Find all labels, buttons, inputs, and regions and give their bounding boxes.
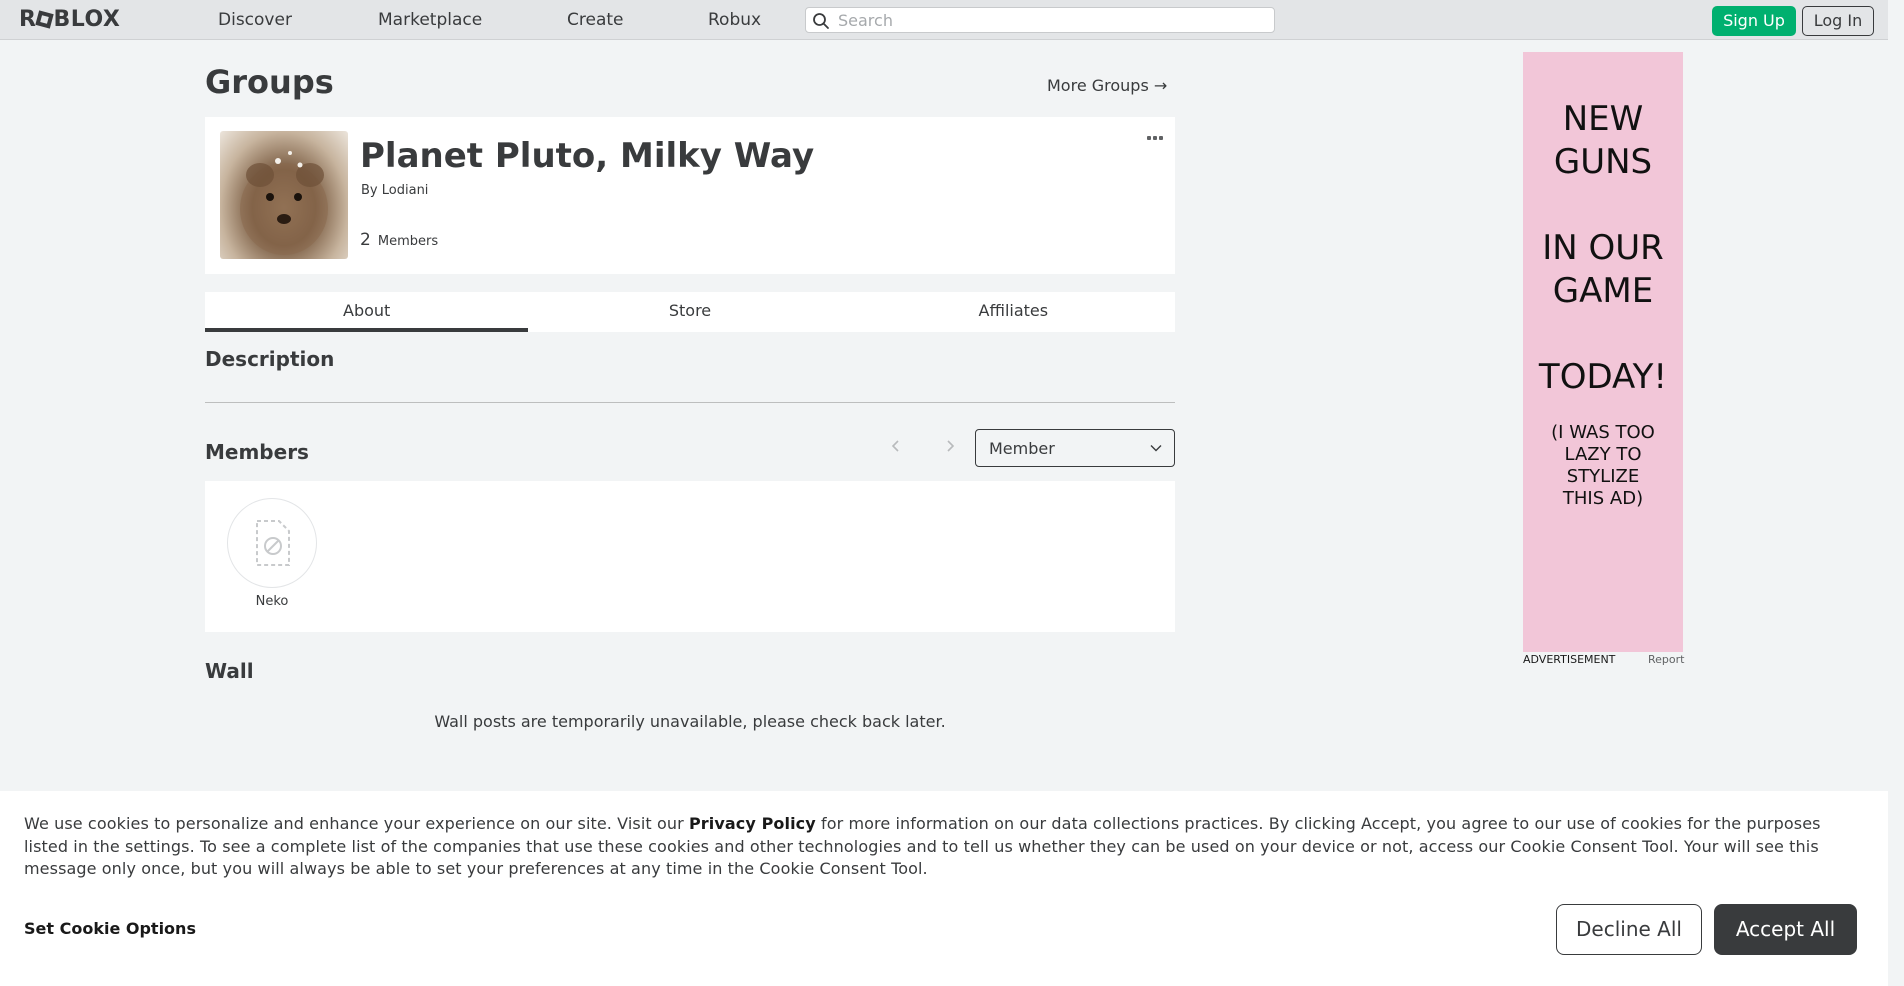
ad-line: THIS AD) bbox=[1562, 488, 1644, 509]
privacy-policy-link[interactable]: Privacy Policy bbox=[689, 814, 816, 833]
cookie-text-start: We use cookies to personalize and enhanc… bbox=[24, 814, 689, 833]
ad-line: TODAY! bbox=[1538, 357, 1668, 397]
roblox-logo[interactable]: R BLOX bbox=[19, 8, 120, 32]
role-dropdown[interactable]: Member bbox=[975, 429, 1175, 467]
wall-unavailable-message: Wall posts are temporarily unavailable, … bbox=[434, 712, 946, 731]
search-box[interactable] bbox=[805, 7, 1275, 33]
description-title: Description bbox=[205, 347, 335, 371]
nav-marketplace-link[interactable]: Marketplace bbox=[378, 10, 482, 30]
ad-line: LAZY TO bbox=[1564, 444, 1642, 465]
cookie-message: We use cookies to personalize and enhanc… bbox=[24, 813, 1869, 881]
scrollbar[interactable] bbox=[1888, 0, 1904, 986]
tab-about[interactable]: About bbox=[205, 292, 529, 332]
top-navigation: R BLOX Discover Marketplace Create Robux … bbox=[0, 0, 1904, 40]
set-cookie-options-link[interactable]: Set Cookie Options bbox=[24, 919, 196, 939]
ad-line: STYLIZE bbox=[1566, 466, 1640, 487]
ad-line: GAME bbox=[1552, 271, 1654, 311]
member-avatar[interactable] bbox=[227, 498, 317, 588]
wall-title: Wall bbox=[205, 659, 254, 683]
unavailable-image-icon bbox=[256, 520, 290, 566]
group-name: Planet Pluto, Milky Way bbox=[360, 136, 815, 176]
logo-o-glyph bbox=[35, 10, 55, 29]
group-header-card: Planet Pluto, Milky Way By Lodiani 2 Mem… bbox=[205, 117, 1175, 274]
search-icon bbox=[813, 13, 829, 29]
logo-text-end: BLOX bbox=[53, 7, 121, 32]
description-divider bbox=[205, 402, 1175, 403]
group-member-count: 2 Members bbox=[360, 230, 438, 252]
nav-create-link[interactable]: Create bbox=[567, 10, 624, 30]
nav-discover-link[interactable]: Discover bbox=[218, 10, 292, 30]
member-count-number: 2 bbox=[360, 230, 371, 250]
members-title: Members bbox=[205, 440, 309, 464]
advertisement-label: ADVERTISEMENT bbox=[1523, 653, 1616, 666]
cookie-consent-banner: We use cookies to personalize and enhanc… bbox=[0, 791, 1888, 986]
group-owner-link[interactable]: Lodiani bbox=[382, 183, 429, 198]
member-count-label: Members bbox=[377, 234, 439, 249]
ad-line: (I WAS TOO bbox=[1551, 422, 1655, 443]
role-dropdown-value: Member bbox=[989, 439, 1055, 458]
ad-line: IN OUR bbox=[1542, 228, 1664, 268]
tab-affiliates[interactable]: Affiliates bbox=[852, 292, 1175, 332]
more-groups-link[interactable]: More Groups → bbox=[1047, 76, 1167, 96]
group-tabs: About Store Affiliates bbox=[205, 292, 1175, 332]
members-list: Neko bbox=[205, 481, 1175, 632]
chevron-right-icon bbox=[947, 440, 955, 452]
search-input[interactable] bbox=[838, 10, 1268, 30]
group-owner: By Lodiani bbox=[361, 183, 428, 199]
chevron-left-icon bbox=[891, 440, 899, 452]
members-prev-button[interactable] bbox=[886, 436, 906, 456]
log-in-button[interactable]: Log In bbox=[1802, 6, 1874, 36]
logo-text-start: R bbox=[19, 7, 37, 32]
advertisement-banner[interactable]: NEW GUNS IN OUR GAME TODAY! (I WAS TOO L… bbox=[1523, 52, 1683, 652]
ad-line: NEW bbox=[1562, 99, 1644, 139]
more-options-icon[interactable] bbox=[1145, 131, 1165, 145]
tab-store[interactable]: Store bbox=[528, 292, 851, 332]
nav-robux-link[interactable]: Robux bbox=[708, 10, 761, 30]
members-next-button[interactable] bbox=[940, 436, 960, 456]
sign-up-button[interactable]: Sign Up bbox=[1712, 6, 1796, 36]
member-name[interactable]: Neko bbox=[227, 594, 317, 610]
chevron-down-icon bbox=[1150, 445, 1162, 452]
group-emblem-art bbox=[240, 151, 328, 255]
decline-all-button[interactable]: Decline All bbox=[1556, 904, 1702, 955]
group-emblem-image bbox=[220, 131, 348, 259]
ad-report-link[interactable]: Report bbox=[1648, 654, 1684, 666]
page-title: Groups bbox=[205, 63, 334, 101]
ad-line: GUNS bbox=[1553, 142, 1653, 182]
accept-all-button[interactable]: Accept All bbox=[1714, 904, 1857, 955]
group-owner-prefix: By bbox=[361, 183, 378, 198]
